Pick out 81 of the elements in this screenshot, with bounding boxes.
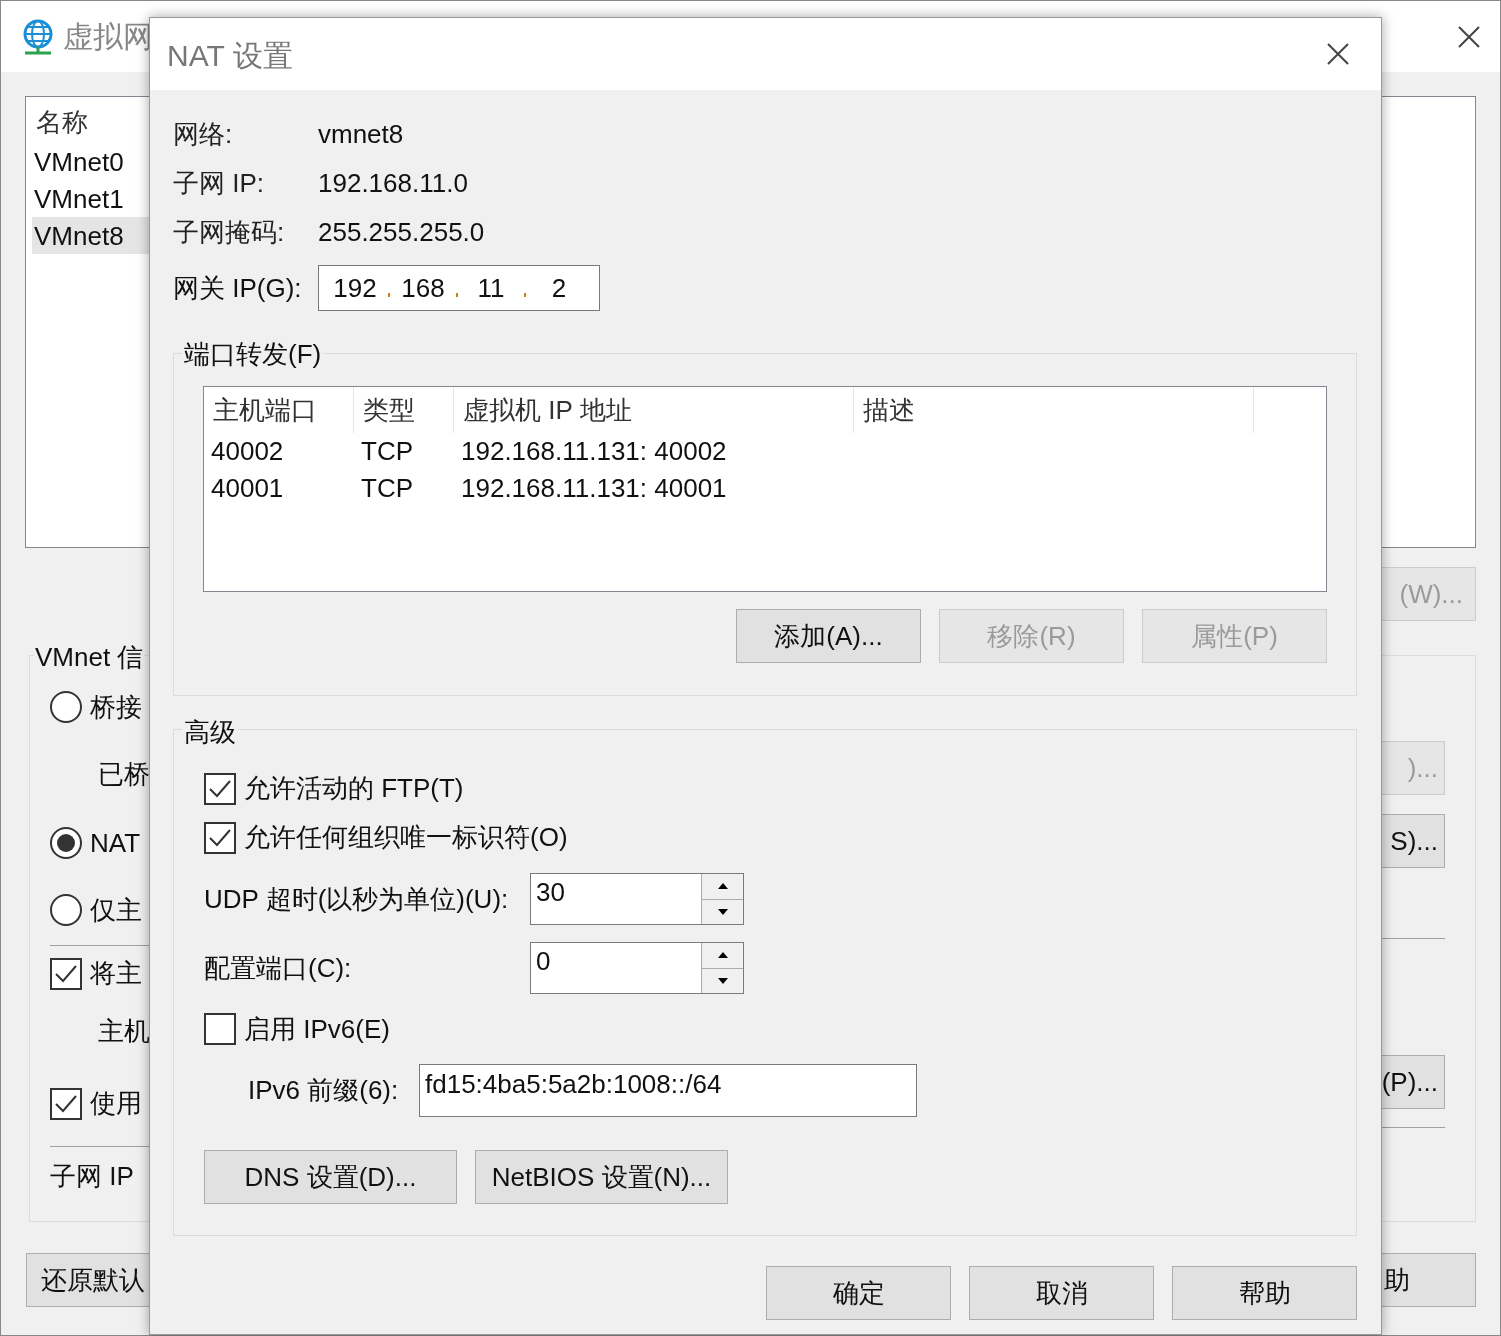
ip-octet: 168 — [401, 271, 445, 305]
field-label: IPv6 前缀(6): — [248, 1073, 400, 1107]
field-value: 192.168.11.0 — [318, 167, 468, 200]
button[interactable]: 助 — [1380, 1253, 1476, 1307]
button[interactable]: 添加(A)... — [736, 609, 921, 663]
up-arrow-icon — [717, 883, 728, 890]
down-arrow-icon — [717, 908, 728, 915]
field-label: 网关 IP(G): — [173, 271, 303, 305]
close-icon[interactable] — [1327, 43, 1349, 65]
field-label: 子网掩码: — [173, 216, 286, 249]
radio-button[interactable] — [50, 894, 82, 926]
check-icon — [208, 778, 232, 799]
down-arrow-icon — [717, 977, 728, 984]
table-row[interactable]: 40002 TCP 192.168.11.131: 40002 — [204, 433, 1326, 470]
spin-up-button[interactable] — [702, 874, 743, 900]
column-header[interactable]: 主机端口 — [204, 387, 354, 433]
option-label: 将主 — [90, 957, 142, 990]
ip-address-field[interactable]: 192 168 11 2 — [318, 265, 600, 311]
option-label: NAT — [90, 826, 141, 860]
button[interactable]: 帮助 — [1172, 1266, 1357, 1320]
spin-up-button[interactable] — [702, 943, 743, 969]
table-row[interactable]: 40001 TCP 192.168.11.131: 40001 — [204, 470, 1326, 507]
spin-field[interactable]: 0 — [530, 942, 744, 994]
option-label: 仅主 — [90, 893, 142, 927]
up-arrow-icon — [717, 952, 728, 959]
list-item[interactable]: VMnet0 — [32, 143, 150, 180]
column-header[interactable]: 虚拟机 IP 地址 — [454, 387, 854, 433]
button[interactable]: NetBIOS 设置(N)... — [475, 1150, 728, 1204]
table-cell-text: 40002 — [210, 435, 285, 468]
checkbox[interactable] — [204, 772, 236, 805]
field-value: 30 — [535, 876, 566, 909]
button[interactable]: 取消 — [969, 1266, 1154, 1320]
table-cell-text: TCP — [360, 472, 414, 505]
ip-octet: 2 — [550, 271, 568, 305]
ip-octet: 192 — [333, 271, 377, 305]
list-item[interactable]: VMnet8 — [32, 217, 150, 254]
check-icon — [208, 827, 232, 848]
list-item[interactable]: VMnet1 — [32, 180, 150, 217]
globe-icon — [21, 17, 55, 56]
option-label: 已桥 — [98, 758, 150, 791]
checkbox[interactable] — [204, 821, 236, 854]
field-value: 255.255.255.0 — [318, 216, 485, 249]
option-label: 桥接 — [90, 690, 142, 724]
column-header[interactable]: 类型 — [354, 387, 454, 433]
check-icon — [54, 1093, 78, 1114]
checkbox[interactable] — [50, 1087, 82, 1120]
ipv6-prefix-field[interactable]: fd15:4ba5:5a2b:1008::/64 — [419, 1063, 917, 1117]
spin-down-button[interactable] — [702, 899, 743, 924]
field-label: 子网 IP: — [173, 167, 265, 200]
checkbox-label: 允许活动的 FTP(T) — [244, 772, 464, 805]
table-cell-text: 40001 — [210, 472, 285, 505]
spin-down-button[interactable] — [702, 968, 743, 993]
checkbox[interactable] — [50, 957, 82, 990]
option-label: 使用 — [90, 1087, 142, 1120]
button[interactable]: S)... — [1379, 814, 1445, 868]
field-label: 网络: — [173, 118, 234, 151]
radio-button[interactable] — [50, 827, 82, 859]
option-label: 主机 — [98, 1014, 150, 1048]
button[interactable]: 还原默认 — [26, 1253, 150, 1307]
table-cell-text: 192.168.11.131: 40002 — [460, 435, 728, 468]
list-header: 名称 — [35, 106, 89, 139]
field-label: UDP 超时(以秒为单位)(U): — [204, 882, 510, 916]
table-cell-text: 192.168.11.131: 40001 — [460, 472, 728, 505]
table-cell-text: TCP — [360, 435, 414, 468]
button[interactable]: DNS 设置(D)... — [204, 1150, 457, 1204]
ip-octet: 11 — [476, 271, 506, 305]
spin-field[interactable]: 30 — [530, 873, 744, 925]
radio-button[interactable] — [50, 691, 82, 723]
field-value: 0 — [535, 945, 552, 978]
button[interactable]: (P)... — [1379, 1055, 1445, 1109]
field-value: vmnet8 — [318, 118, 404, 151]
column-header[interactable]: 描述 — [854, 387, 1254, 433]
button[interactable]: 确定 — [766, 1266, 951, 1320]
field-label: 配置端口(C): — [204, 951, 353, 985]
close-icon[interactable] — [1458, 25, 1480, 48]
checkbox[interactable] — [204, 1013, 236, 1045]
checkbox-label: 启用 IPv6(E) — [244, 1012, 390, 1046]
check-icon — [54, 963, 78, 984]
checkbox-label: 允许任何组织唯一标识符(O) — [244, 821, 568, 854]
dialog-title: NAT 设置 — [167, 37, 293, 74]
option-label: 子网 IP — [50, 1160, 134, 1193]
